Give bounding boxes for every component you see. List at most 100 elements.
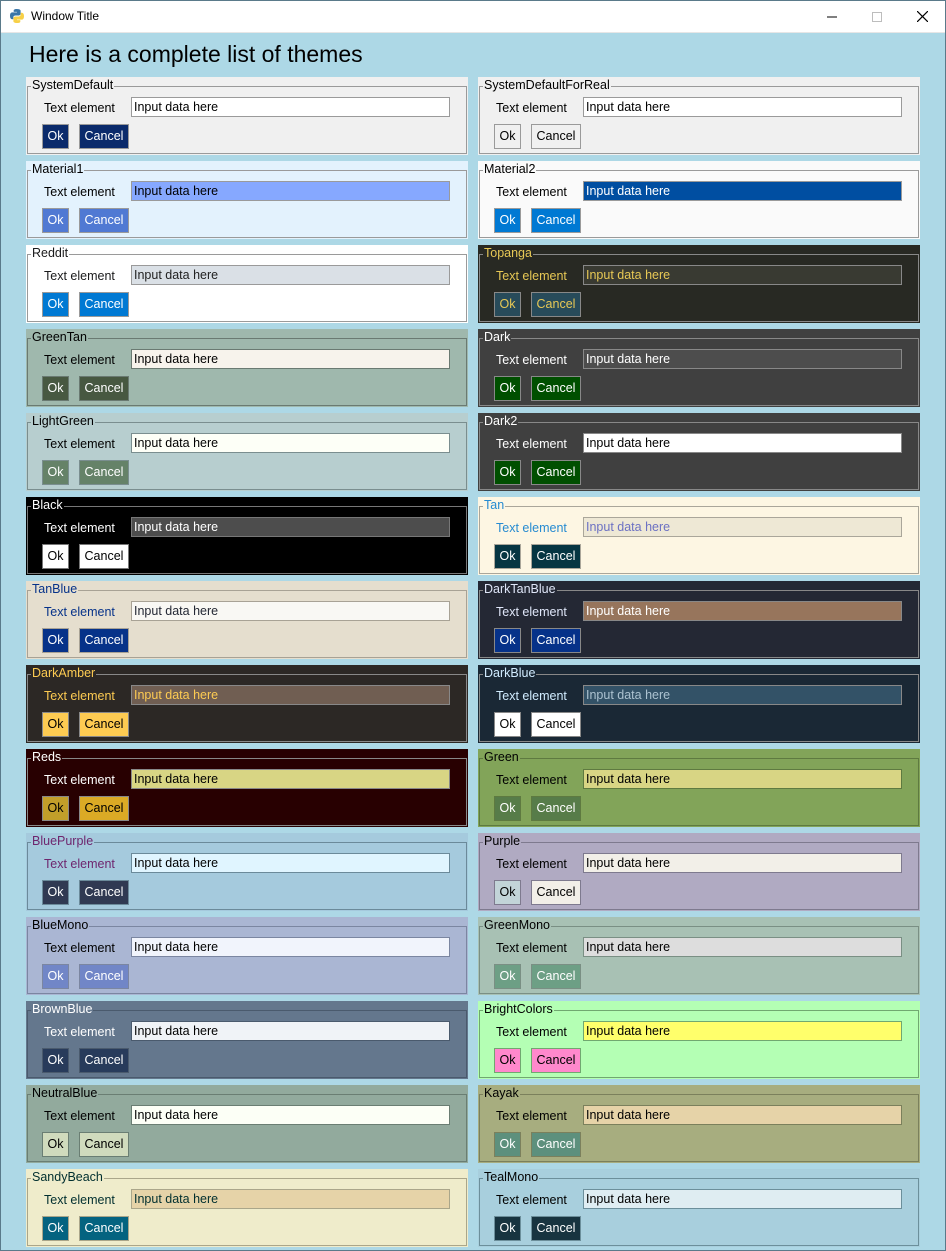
input-field[interactable]: Input data here bbox=[583, 601, 902, 621]
text-element-label: Text element bbox=[496, 1109, 567, 1123]
cancel-button[interactable]: Cancel bbox=[79, 208, 129, 233]
ok-button[interactable]: Ok bbox=[42, 376, 69, 401]
ok-button[interactable]: Ok bbox=[494, 124, 521, 149]
cancel-button[interactable]: Cancel bbox=[79, 880, 129, 905]
maximize-button[interactable] bbox=[854, 1, 900, 32]
ok-button[interactable]: Ok bbox=[494, 1216, 521, 1241]
cancel-button[interactable]: Cancel bbox=[531, 1132, 581, 1157]
ok-button[interactable]: Ok bbox=[494, 628, 521, 653]
input-field[interactable]: Input data here bbox=[131, 853, 450, 873]
input-field[interactable]: Input data here bbox=[583, 853, 902, 873]
cancel-button[interactable]: Cancel bbox=[531, 1216, 581, 1241]
input-field[interactable]: Input data here bbox=[131, 1189, 450, 1209]
ok-button[interactable]: Ok bbox=[42, 796, 69, 821]
input-field[interactable]: Input data here bbox=[131, 1105, 450, 1125]
ok-button[interactable]: Ok bbox=[42, 1132, 69, 1157]
input-field[interactable]: Input data here bbox=[131, 937, 450, 957]
input-field[interactable]: Input data here bbox=[131, 601, 450, 621]
frame-title: DarkTanBlue bbox=[483, 582, 557, 597]
input-field[interactable]: Input data here bbox=[583, 97, 902, 117]
ok-button[interactable]: Ok bbox=[494, 376, 521, 401]
ok-button[interactable]: Ok bbox=[42, 208, 69, 233]
input-field[interactable]: Input data here bbox=[583, 769, 902, 789]
cancel-button[interactable]: Cancel bbox=[79, 376, 129, 401]
ok-button[interactable]: Ok bbox=[42, 544, 69, 569]
cancel-button[interactable]: Cancel bbox=[531, 376, 581, 401]
cancel-button[interactable]: Cancel bbox=[531, 628, 581, 653]
ok-button[interactable]: Ok bbox=[494, 1048, 521, 1073]
ok-button[interactable]: Ok bbox=[494, 208, 521, 233]
ok-button[interactable]: Ok bbox=[494, 292, 521, 317]
ok-button[interactable]: Ok bbox=[42, 712, 69, 737]
input-field[interactable]: Input data here bbox=[583, 517, 902, 537]
cancel-button[interactable]: Cancel bbox=[79, 124, 129, 149]
cancel-button[interactable]: Cancel bbox=[531, 544, 581, 569]
text-element-label: Text element bbox=[44, 1109, 115, 1123]
ok-button[interactable]: Ok bbox=[494, 1132, 521, 1157]
frame-title: NeutralBlue bbox=[31, 1086, 99, 1101]
theme-frame-tan: Tan Text element Input data here Ok Cancel bbox=[478, 497, 920, 575]
ok-button[interactable]: Ok bbox=[42, 292, 69, 317]
ok-button[interactable]: Ok bbox=[42, 124, 69, 149]
input-field[interactable]: Input data here bbox=[131, 685, 450, 705]
cancel-button[interactable]: Cancel bbox=[531, 208, 581, 233]
cancel-button[interactable]: Cancel bbox=[531, 796, 581, 821]
ok-button[interactable]: Ok bbox=[494, 712, 521, 737]
title-bar[interactable]: Window Title bbox=[1, 1, 945, 33]
ok-button[interactable]: Ok bbox=[494, 964, 521, 989]
ok-button[interactable]: Ok bbox=[42, 628, 69, 653]
minimize-button[interactable] bbox=[809, 1, 855, 32]
cancel-button[interactable]: Cancel bbox=[79, 964, 129, 989]
input-field[interactable]: Input data here bbox=[131, 769, 450, 789]
cancel-button[interactable]: Cancel bbox=[531, 964, 581, 989]
cancel-button[interactable]: Cancel bbox=[79, 796, 129, 821]
input-field[interactable]: Input data here bbox=[131, 433, 450, 453]
cancel-button[interactable]: Cancel bbox=[79, 628, 129, 653]
theme-frame-greenmono: GreenMono Text element Input data here Ok Ca… bbox=[478, 917, 920, 995]
input-field[interactable]: Input data here bbox=[131, 265, 450, 285]
input-field[interactable]: Input data here bbox=[583, 937, 902, 957]
cancel-button[interactable]: Cancel bbox=[79, 544, 129, 569]
input-field[interactable]: Input data here bbox=[583, 181, 902, 201]
text-element-label: Text element bbox=[496, 101, 567, 115]
theme-frame-bluepurple: BluePurple Text element Input data here Ok C… bbox=[26, 833, 468, 911]
input-field[interactable]: Input data here bbox=[583, 1189, 902, 1209]
ok-button[interactable]: Ok bbox=[494, 796, 521, 821]
input-field[interactable]: Input data here bbox=[583, 685, 902, 705]
close-button[interactable] bbox=[899, 1, 945, 32]
text-element-label: Text element bbox=[44, 689, 115, 703]
ok-button[interactable]: Ok bbox=[494, 880, 521, 905]
cancel-button[interactable]: Cancel bbox=[531, 292, 581, 317]
ok-button[interactable]: Ok bbox=[494, 544, 521, 569]
cancel-button[interactable]: Cancel bbox=[79, 1048, 129, 1073]
ok-button[interactable]: Ok bbox=[42, 880, 69, 905]
input-field[interactable]: Input data here bbox=[583, 265, 902, 285]
ok-button[interactable]: Ok bbox=[42, 1048, 69, 1073]
cancel-button[interactable]: Cancel bbox=[531, 124, 581, 149]
input-field[interactable]: Input data here bbox=[131, 181, 450, 201]
input-field[interactable]: Input data here bbox=[131, 97, 450, 117]
cancel-button[interactable]: Cancel bbox=[79, 1132, 129, 1157]
theme-frame-greentan: GreenTan Text element Input data here Ok Can… bbox=[26, 329, 468, 407]
ok-button[interactable]: Ok bbox=[494, 460, 521, 485]
cancel-button[interactable]: Cancel bbox=[531, 1048, 581, 1073]
input-field[interactable]: Input data here bbox=[131, 349, 450, 369]
ok-button[interactable]: Ok bbox=[42, 460, 69, 485]
ok-button[interactable]: Ok bbox=[42, 1216, 69, 1241]
frame-title: Reddit bbox=[31, 246, 70, 261]
input-field[interactable]: Input data here bbox=[583, 1021, 902, 1041]
ok-button[interactable]: Ok bbox=[42, 964, 69, 989]
text-element-label: Text element bbox=[44, 773, 115, 787]
cancel-button[interactable]: Cancel bbox=[531, 880, 581, 905]
cancel-button[interactable]: Cancel bbox=[531, 460, 581, 485]
input-field[interactable]: Input data here bbox=[583, 433, 902, 453]
input-field[interactable]: Input data here bbox=[583, 349, 902, 369]
cancel-button[interactable]: Cancel bbox=[531, 712, 581, 737]
cancel-button[interactable]: Cancel bbox=[79, 292, 129, 317]
input-field[interactable]: Input data here bbox=[131, 1021, 450, 1041]
cancel-button[interactable]: Cancel bbox=[79, 712, 129, 737]
input-field[interactable]: Input data here bbox=[131, 517, 450, 537]
cancel-button[interactable]: Cancel bbox=[79, 1216, 129, 1241]
input-field[interactable]: Input data here bbox=[583, 1105, 902, 1125]
cancel-button[interactable]: Cancel bbox=[79, 460, 129, 485]
